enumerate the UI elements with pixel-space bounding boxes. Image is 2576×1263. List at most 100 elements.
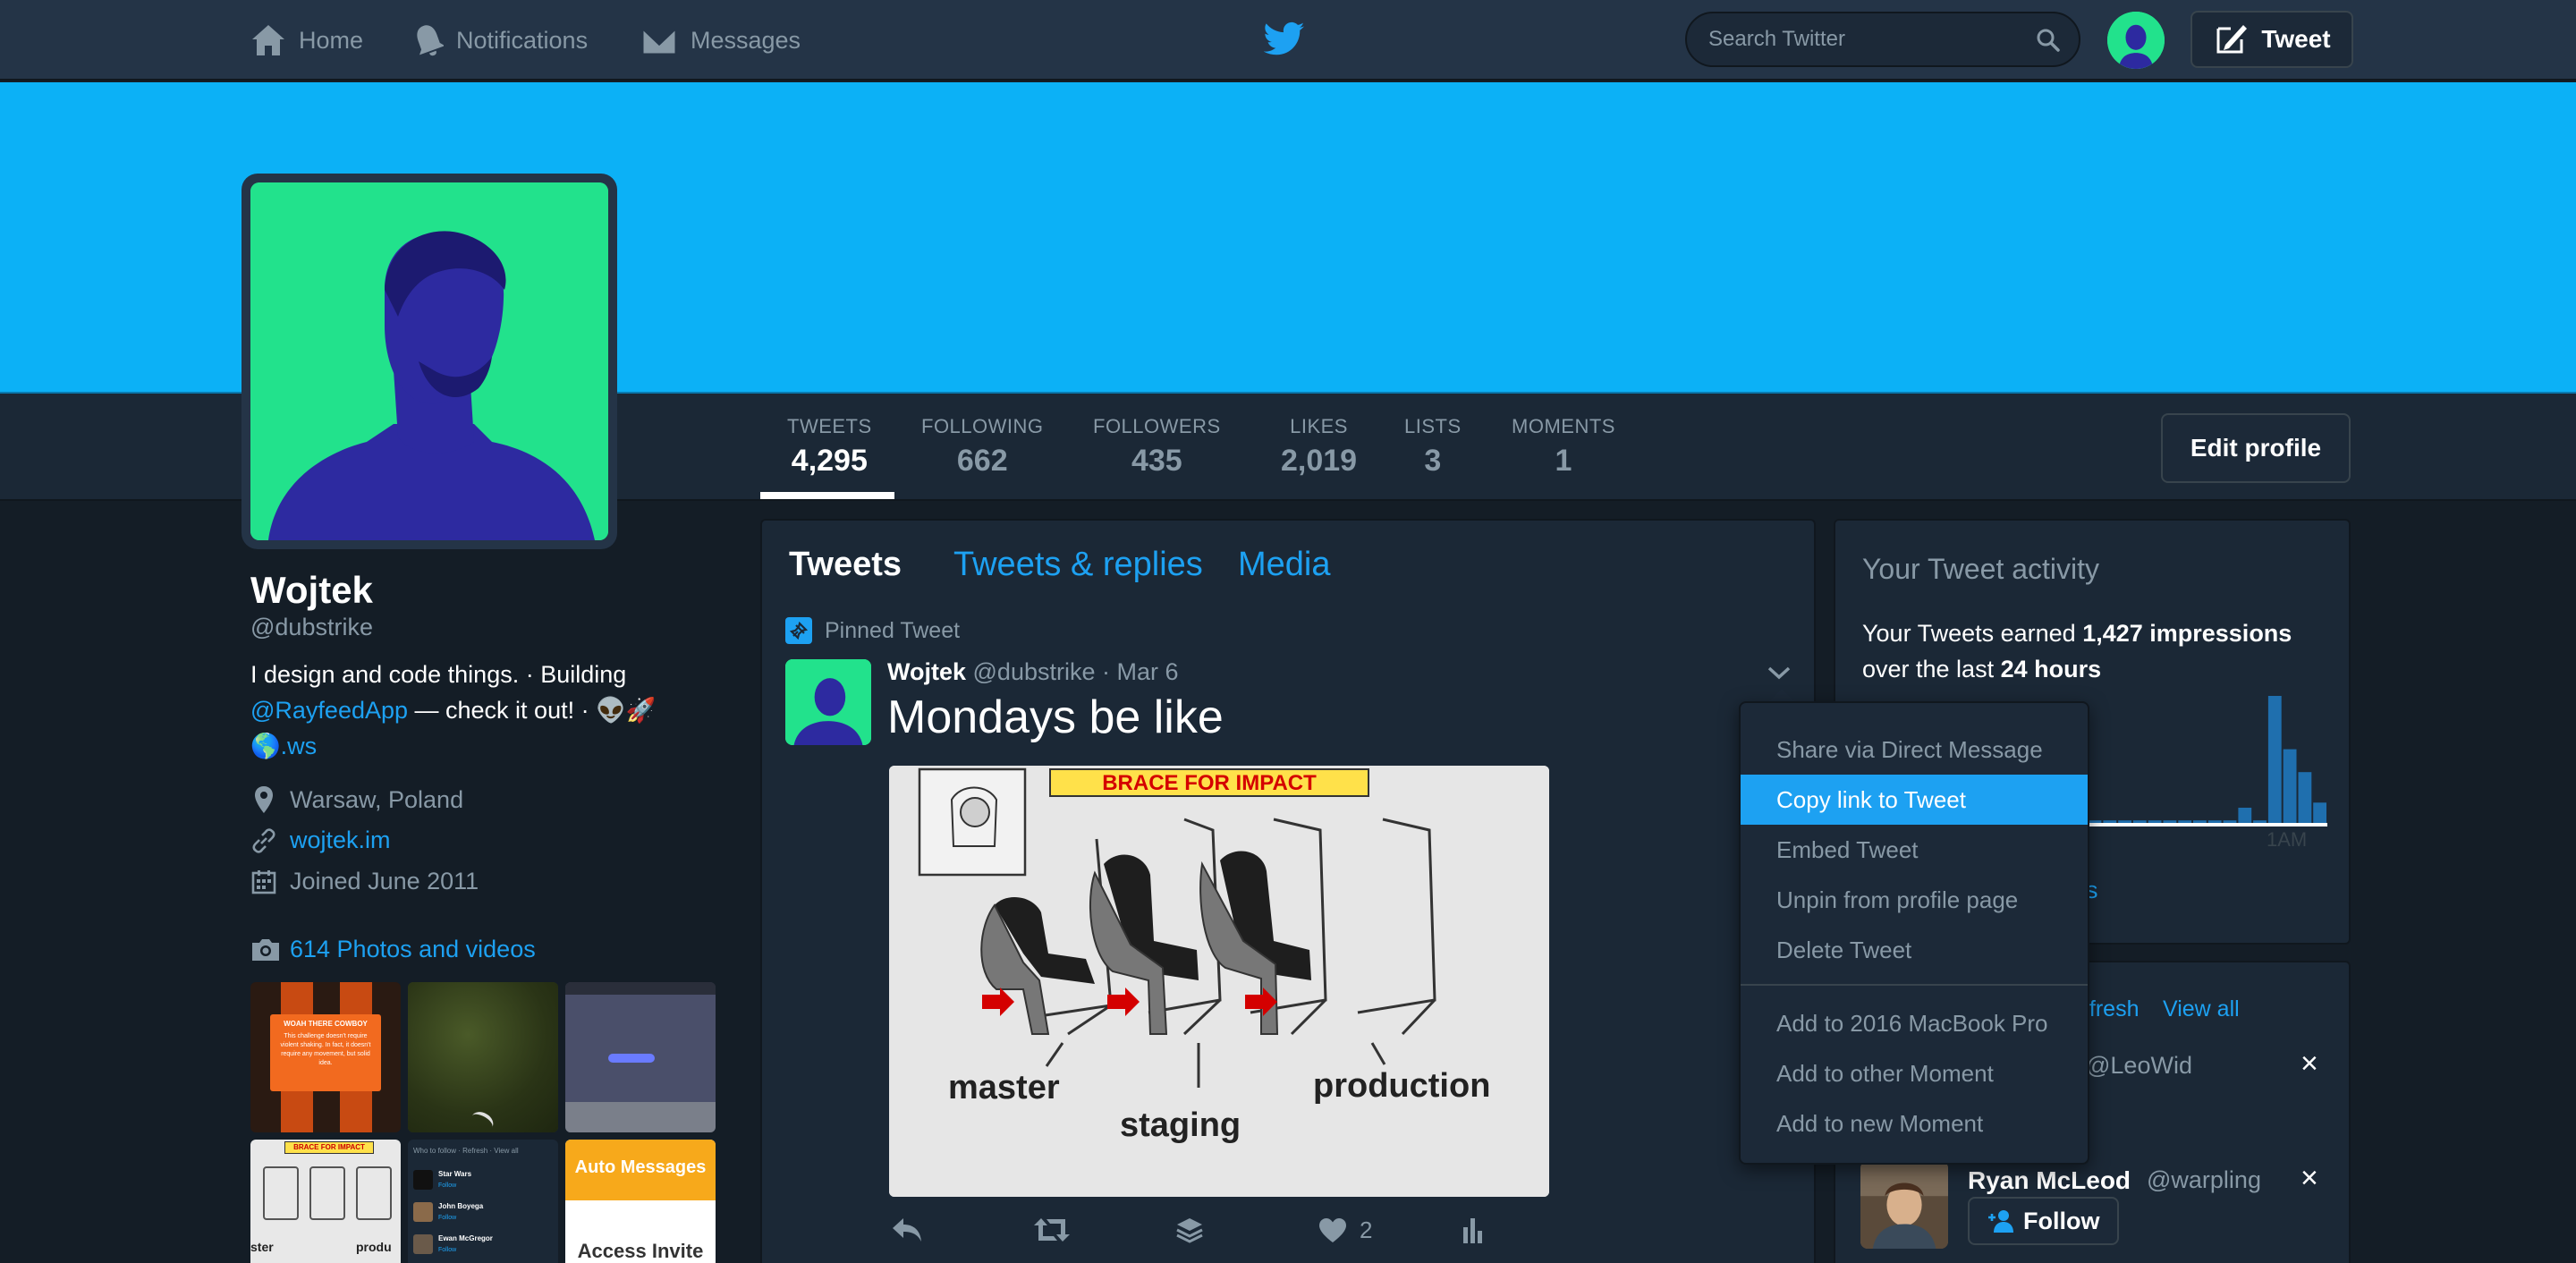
menu-add-to-macbook-moment[interactable]: Add to 2016 MacBook Pro	[1741, 998, 2088, 1048]
search-input[interactable]	[1708, 13, 2030, 65]
follow-person-icon	[1988, 1210, 2013, 1233]
activity-bar	[2238, 808, 2252, 823]
menu-add-to-new-moment[interactable]: Add to new Moment	[1741, 1098, 2088, 1149]
reply-icon	[893, 1218, 921, 1242]
illustration-label-staging: staging	[1120, 1106, 1241, 1144]
stat-followers[interactable]: FOLLOWERS 435	[1093, 415, 1221, 479]
tab-media[interactable]: Media	[1238, 546, 1331, 584]
bio-text-1: I design and code things. · Building	[250, 661, 627, 688]
stat-likes-label: LIKES	[1290, 415, 1348, 437]
calendar-icon	[251, 869, 276, 894]
wtf-user-1-dismiss[interactable]: ×	[2301, 1047, 2318, 1081]
pin-icon	[785, 617, 812, 644]
menu-add-to-other-moment[interactable]: Add to other Moment	[1741, 1048, 2088, 1098]
photos-videos-link[interactable]: 614 Photos and videos	[250, 936, 536, 963]
activity-period: 24 hours	[2000, 656, 2102, 682]
nav-messages[interactable]: Messages	[640, 0, 801, 81]
stat-lists[interactable]: LISTS 3	[1404, 415, 1462, 479]
twitter-bird-icon[interactable]	[1264, 21, 1305, 57]
media-thumb-5[interactable]: Who to follow · Refresh · View all Star …	[408, 1140, 558, 1263]
tweet-author-name[interactable]: Wojtek	[887, 658, 966, 685]
envelope-icon	[640, 26, 678, 56]
menu-embed-tweet[interactable]: Embed Tweet	[1741, 825, 2088, 875]
bell-icon	[417, 25, 444, 56]
retweet-button[interactable]	[1034, 1216, 1070, 1243]
stat-followers-label: FOLLOWERS	[1093, 415, 1221, 437]
stat-following-label: FOLLOWING	[921, 415, 1044, 437]
wtf-user-1-handle[interactable]: @LeoWid	[2086, 1052, 2192, 1080]
camera-icon	[252, 938, 279, 961]
nav-notifications-label: Notifications	[456, 26, 589, 54]
menu-delete-tweet[interactable]: Delete Tweet	[1741, 925, 2088, 975]
timeline-card: Tweets Tweets & replies Media Pinned Twe…	[760, 519, 1816, 1263]
profile-name[interactable]: Wojtek	[250, 569, 373, 612]
nav-home[interactable]: Home	[250, 0, 363, 81]
website-link[interactable]: wojtek.im	[290, 826, 391, 854]
stat-following[interactable]: FOLLOWING 662	[921, 415, 1044, 479]
stat-followers-value: 435	[1131, 444, 1182, 478]
thumb-6-banner: Auto Messages	[574, 1157, 707, 1177]
profile-website[interactable]: wojtek.im	[250, 826, 391, 854]
joined-text: Joined June 2011	[290, 868, 479, 894]
wtf-user-2-follow-label: Follow	[2023, 1207, 2100, 1234]
bio-link-rayfeed[interactable]: @RayfeedApp	[250, 697, 408, 724]
chevron-down-icon[interactable]	[1766, 664, 1792, 682]
search-icon[interactable]	[2036, 28, 2061, 53]
menu-unpin[interactable]: Unpin from profile page	[1741, 875, 2088, 925]
wtf-view-all-link[interactable]: View all	[2163, 996, 2240, 1022]
tweet-meta[interactable]: @dubstrike · Mar 6	[966, 658, 1179, 685]
edit-profile-button[interactable]: Edit profile	[2161, 413, 2351, 483]
wtf-user-2-follow-button[interactable]: Follow	[1968, 1197, 2120, 1245]
thumb-5-follow-1: Follow	[438, 1182, 457, 1189]
location-pin-icon	[255, 786, 273, 813]
stat-following-value: 662	[956, 444, 1008, 478]
thumb-5-follow-2: Follow	[438, 1215, 457, 1221]
thumb-5-follow-3: Follow	[438, 1247, 457, 1253]
analytics-button[interactable]	[1462, 1216, 1485, 1243]
nav-notifications[interactable]: Notifications	[413, 0, 588, 81]
media-thumb-4[interactable]: BRACE FOR IMPACT ster produ	[250, 1140, 401, 1263]
profile-avatar[interactable]	[242, 174, 617, 549]
avatar-image	[2107, 12, 2165, 69]
add-to-moment-button[interactable]	[1175, 1216, 1204, 1243]
stat-likes-value: 2,019	[1281, 444, 1358, 478]
tab-tweets-replies[interactable]: Tweets & replies	[953, 546, 1203, 584]
illustration-header: BRACE FOR IMPACT	[1102, 771, 1317, 795]
menu-copy-link[interactable]: Copy link to Tweet	[1741, 775, 2088, 825]
wtf-user-2-handle[interactable]: @warpling	[2147, 1166, 2261, 1194]
reply-button[interactable]	[891, 1216, 923, 1243]
tab-tweets[interactable]: Tweets	[789, 546, 902, 584]
search-box[interactable]	[1685, 12, 2080, 67]
tweet-author-avatar[interactable]	[785, 659, 871, 745]
illustration-label-production: production	[1313, 1067, 1490, 1105]
profile-handle[interactable]: @dubstrike	[250, 614, 373, 641]
stat-lists-label: LISTS	[1404, 415, 1462, 437]
profile-avatar-image	[250, 182, 608, 540]
activity-title: Your Tweet activity	[1862, 553, 2100, 585]
wtf-user-2-avatar-image	[1860, 1161, 1948, 1249]
retweet-icon	[1034, 1218, 1070, 1242]
illustration-label-master: master	[948, 1069, 1060, 1106]
nav-avatar[interactable]	[2107, 12, 2165, 69]
nav-home-label: Home	[299, 26, 364, 54]
wtf-user-2-dismiss[interactable]: ×	[2301, 1161, 2318, 1196]
media-thumb-3[interactable]	[565, 982, 716, 1132]
stat-moments[interactable]: MOMENTS 1	[1512, 415, 1615, 479]
media-thumb-6[interactable]: Auto Messages Access Invite	[565, 1140, 716, 1263]
thumb-4-label-2: produ	[356, 1240, 392, 1254]
stat-likes[interactable]: LIKES 2,019	[1281, 415, 1357, 479]
thumb-5-user-3: Ewan McGregor	[438, 1234, 493, 1242]
media-thumb-2[interactable]	[408, 982, 558, 1132]
bio-link-ws[interactable]: 🌎.ws	[250, 733, 317, 759]
tweet-media-image[interactable]: BRACE FOR IMPACT master staging producti…	[889, 766, 1549, 1197]
heart-icon	[1319, 1217, 1346, 1242]
menu-separator	[1741, 984, 2088, 986]
wtf-user-2-avatar[interactable]	[1860, 1161, 1948, 1249]
media-thumb-1[interactable]: WOAH THERE COWBOY This challenge doesn't…	[250, 982, 401, 1132]
menu-share-dm[interactable]: Share via Direct Message	[1741, 725, 2088, 775]
wtf-user-2-name[interactable]: Ryan McLeod	[1968, 1166, 2131, 1195]
compose-tweet-button[interactable]: Tweet	[2190, 11, 2353, 68]
nav-messages-label: Messages	[691, 26, 801, 54]
like-button[interactable]: 2	[1318, 1216, 1372, 1244]
stat-tweets[interactable]: TWEETS 4,295	[787, 415, 872, 479]
